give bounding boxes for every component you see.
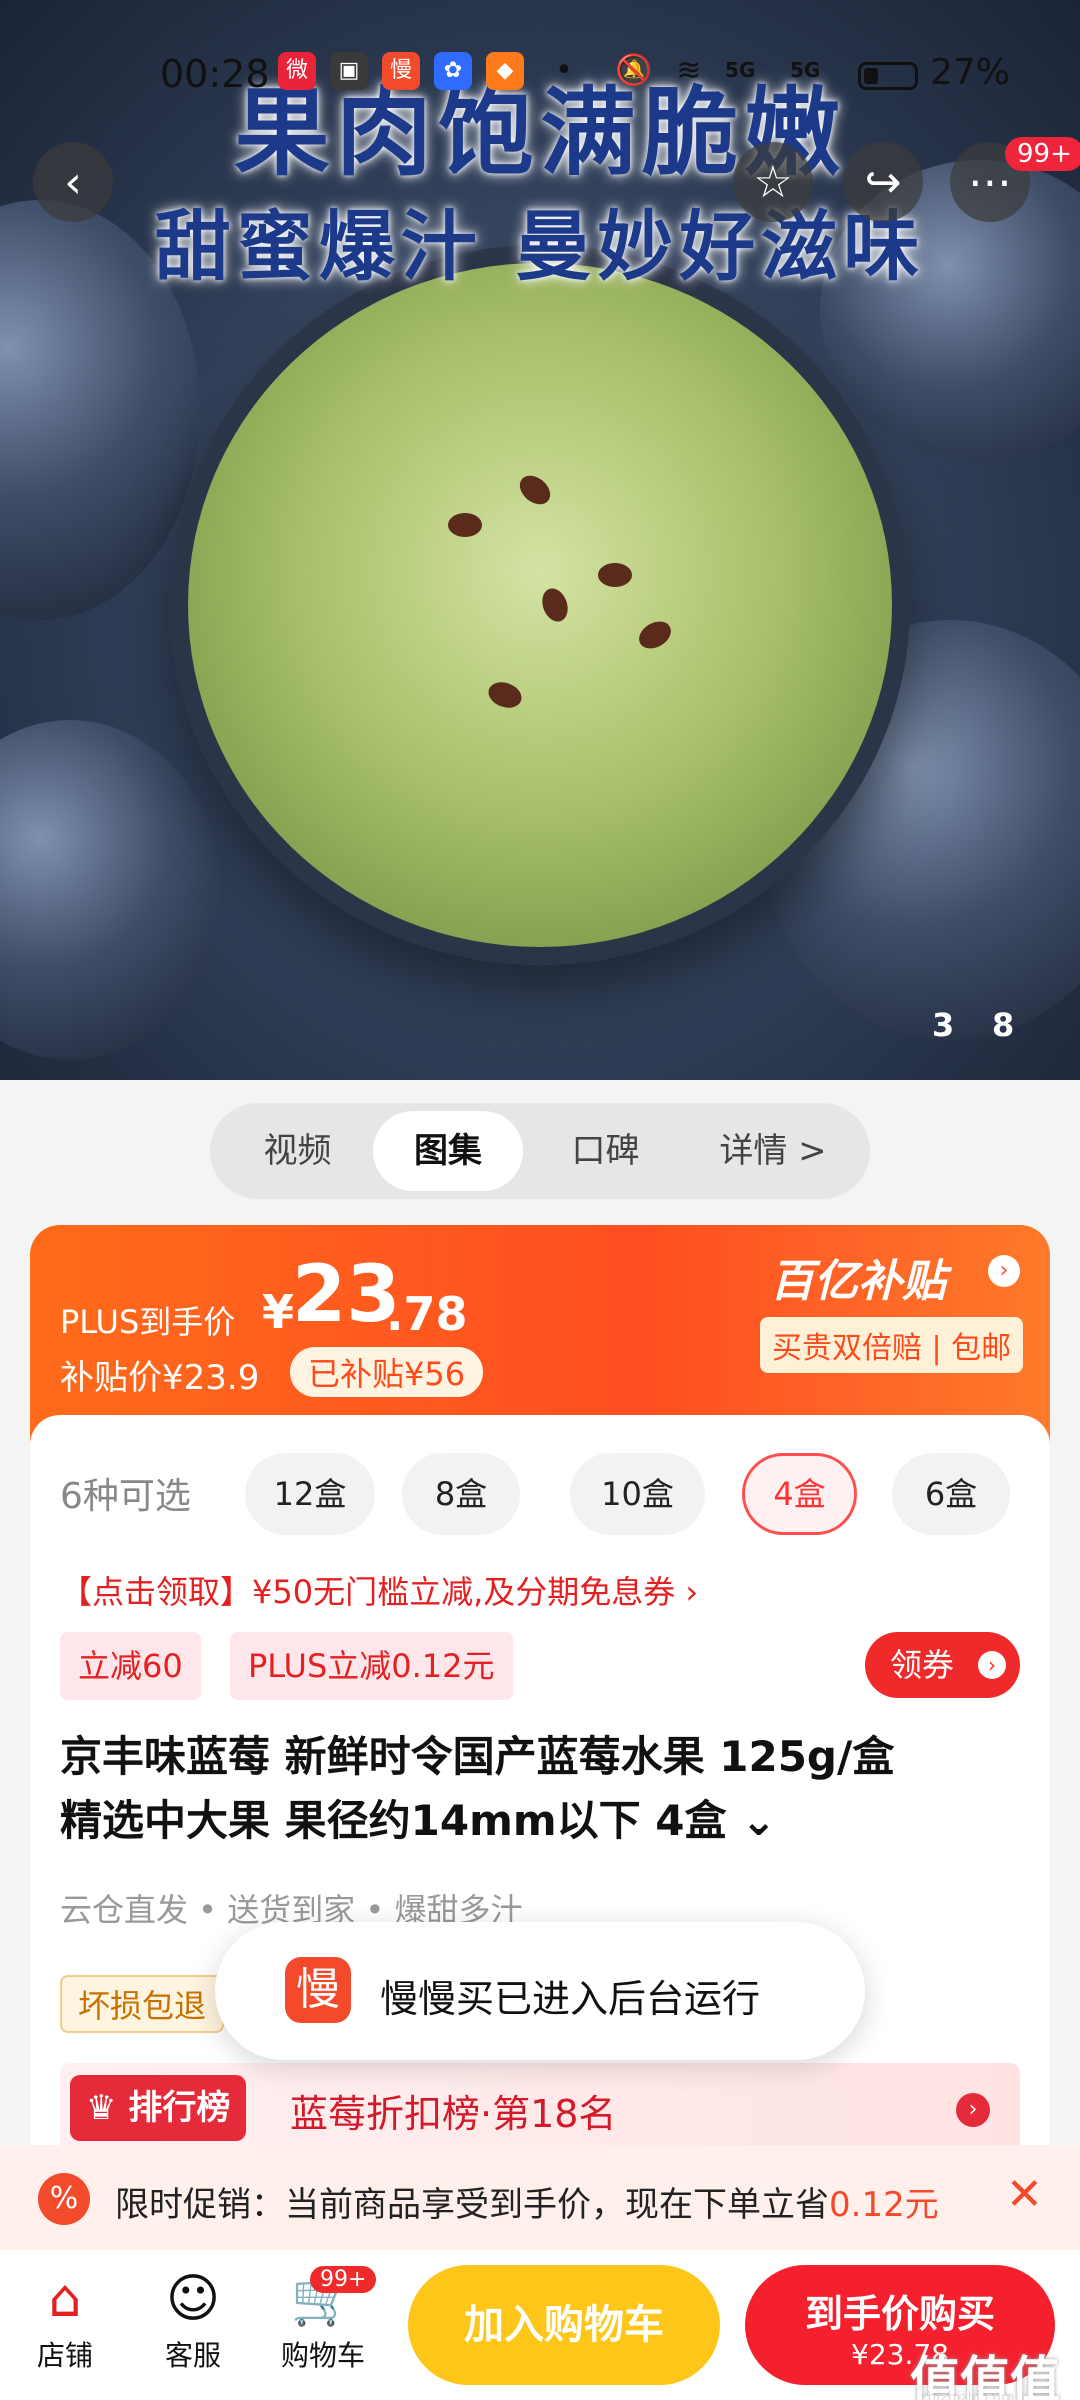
blueberry-decoration — [0, 720, 220, 1060]
customer-service-button[interactable]: ☺ 客服 — [138, 2264, 248, 2374]
mute-icon: 🔕 — [615, 53, 653, 88]
media-tabs: 视频 图集 口碑 详情 > — [210, 1103, 870, 1199]
option-10-box[interactable]: 10盒 — [570, 1453, 705, 1535]
tab-gallery[interactable]: 图集 — [373, 1111, 523, 1191]
product-info-panel: 6种可选 12盒 8盒 10盒 4盒 6盒 【点击领取】¥50无门槛立减,及分期… — [30, 1415, 1050, 2205]
promo-amount: 0.12元 — [829, 2185, 939, 2225]
message-badge: 99+ — [1005, 137, 1080, 171]
cart-badge: 99+ — [310, 2266, 377, 2293]
get-coupon-label: 领券 — [890, 1646, 955, 1684]
chevron-right-icon[interactable]: › — [988, 1255, 1020, 1287]
product-title-line: 精选中大果 果径约14mm以下 4盒 ⌄ — [60, 1796, 777, 1845]
share-icon: ↪ — [864, 156, 902, 208]
option-8-box[interactable]: 8盒 — [402, 1453, 520, 1535]
battery-percentage: 27% — [930, 52, 1011, 93]
toast-notification: 慢 慢慢买已进入后台运行 — [215, 1922, 865, 2060]
hero-subheadline: 甜蜜爆汁 曼妙好滋味 — [154, 202, 926, 291]
service-promise: 买贵双倍赔 | 包邮 — [760, 1317, 1024, 1373]
app2-icon: ◆ — [486, 52, 524, 90]
ranking-badge: ♛ 排行榜 — [70, 2075, 247, 2141]
buy-now-label: 到手价购买 — [804, 2292, 995, 2336]
subsidy-amount-tag: 已补贴¥56 — [290, 1347, 484, 1397]
trophy-icon: ♛ — [86, 2088, 129, 2128]
cart-label: 购物车 — [280, 2339, 365, 2372]
favorite-button[interactable]: ☆ — [733, 142, 813, 222]
plus-discount-chip: PLUS立减0.12元 — [230, 1632, 513, 1700]
chevron-right-icon: › — [956, 2093, 990, 2127]
get-coupon-button[interactable]: 领券 › — [865, 1632, 1020, 1698]
close-icon[interactable]: ✕ — [1006, 2169, 1043, 2220]
tab-video[interactable]: 视频 — [220, 1111, 375, 1191]
more-icon: ⋯ — [968, 156, 1012, 208]
signal-5g-icon: 5G — [725, 58, 756, 82]
ranking-badge-label: 排行榜 — [128, 2088, 231, 2128]
battery-icon — [858, 62, 918, 90]
signal-5g-icon: 5G — [790, 58, 821, 82]
percent-icon: % — [38, 2173, 90, 2225]
promo-banner[interactable]: % 限时促销：当前商品享受到手价，现在下单立省0.12元 ✕ — [0, 2145, 1080, 2250]
add-to-cart-button[interactable]: 加入购物车 — [408, 2265, 720, 2385]
smile-icon: ☺ — [165, 2269, 221, 2329]
store-icon: ⌂ — [48, 2269, 82, 2329]
status-time: 00:28 — [160, 52, 270, 96]
option-12-box[interactable]: 12盒 — [245, 1453, 375, 1535]
toast-message: 慢慢买已进入后台运行 — [380, 1977, 761, 2021]
price-decimal: .78 — [386, 1287, 468, 1341]
option-4-box[interactable]: 4盒 — [742, 1453, 857, 1535]
service-tag: 坏损包退 — [60, 1975, 225, 2033]
app-icon: ▣ — [330, 52, 368, 90]
star-icon: ☆ — [753, 156, 793, 208]
chevron-left-icon: ‹ — [64, 156, 82, 208]
weibo-icon: 微 — [278, 52, 316, 90]
currency-symbol: ¥ — [262, 1285, 295, 1339]
pager-total: 8 — [992, 1006, 1015, 1044]
wifi-icon: ≋ — [676, 53, 702, 88]
plus-price-label: PLUS到手价 — [60, 1303, 236, 1341]
status-bar: 00:28 微 ▣ 慢 ✿ ◆ • 🔕 ≋ 5G 5G 27% — [0, 40, 1080, 110]
watermark-url: zhizhizhi.com — [920, 2390, 1015, 2400]
billion-subsidy-label[interactable]: 百亿补贴 — [770, 1245, 946, 1309]
manmanmai-icon: 慢 — [382, 52, 420, 90]
tab-reviews[interactable]: 口碑 — [528, 1111, 683, 1191]
discount-chip: 立减60 — [60, 1632, 201, 1700]
manmanmai-icon: 慢 — [285, 1957, 351, 2023]
product-title[interactable]: 京丰味蓝莓 新鲜时令国产蓝莓水果 125g/盒 精选中大果 果径约14mm以下 … — [60, 1725, 1020, 1853]
baidu-icon: ✿ — [434, 52, 472, 90]
ranking-bar[interactable]: ♛ 排行榜 蓝莓折扣榜·第18名 › — [60, 2063, 1020, 2155]
pager-current: 3 — [932, 1006, 955, 1044]
promo-text: 限时促销：当前商品享受到手价，现在下单立省0.12元 — [115, 2177, 939, 2226]
promo-message: 限时促销：当前商品享受到手价，现在下单立省 — [115, 2185, 829, 2225]
chevron-right-icon: › — [978, 1651, 1006, 1679]
option-6-box[interactable]: 6盒 — [892, 1453, 1010, 1535]
product-title-line: 京丰味蓝莓 新鲜时令国产蓝莓水果 125g/盒 — [60, 1732, 895, 1781]
store-label: 店铺 — [36, 2339, 93, 2372]
ranking-text: 蓝莓折扣榜·第18名 — [290, 2092, 617, 2136]
customer-service-label: 客服 — [164, 2339, 221, 2372]
subsidy-price: 补贴价¥23.9 — [60, 1358, 260, 1398]
options-count: 6种可选 — [60, 1476, 191, 1517]
blueberry-slice-image — [170, 245, 910, 965]
price-integer: 23 — [292, 1250, 401, 1340]
dot-icon: • — [555, 53, 573, 88]
tab-details[interactable]: 详情 > — [688, 1111, 858, 1191]
coupon-promo-link[interactable]: 【点击领取】¥50无门槛立减,及分期免息券 › — [60, 1567, 698, 1613]
share-button[interactable]: ↪ — [843, 142, 923, 222]
store-button[interactable]: ⌂ 店铺 — [10, 2264, 120, 2374]
back-button[interactable]: ‹ — [33, 142, 113, 222]
